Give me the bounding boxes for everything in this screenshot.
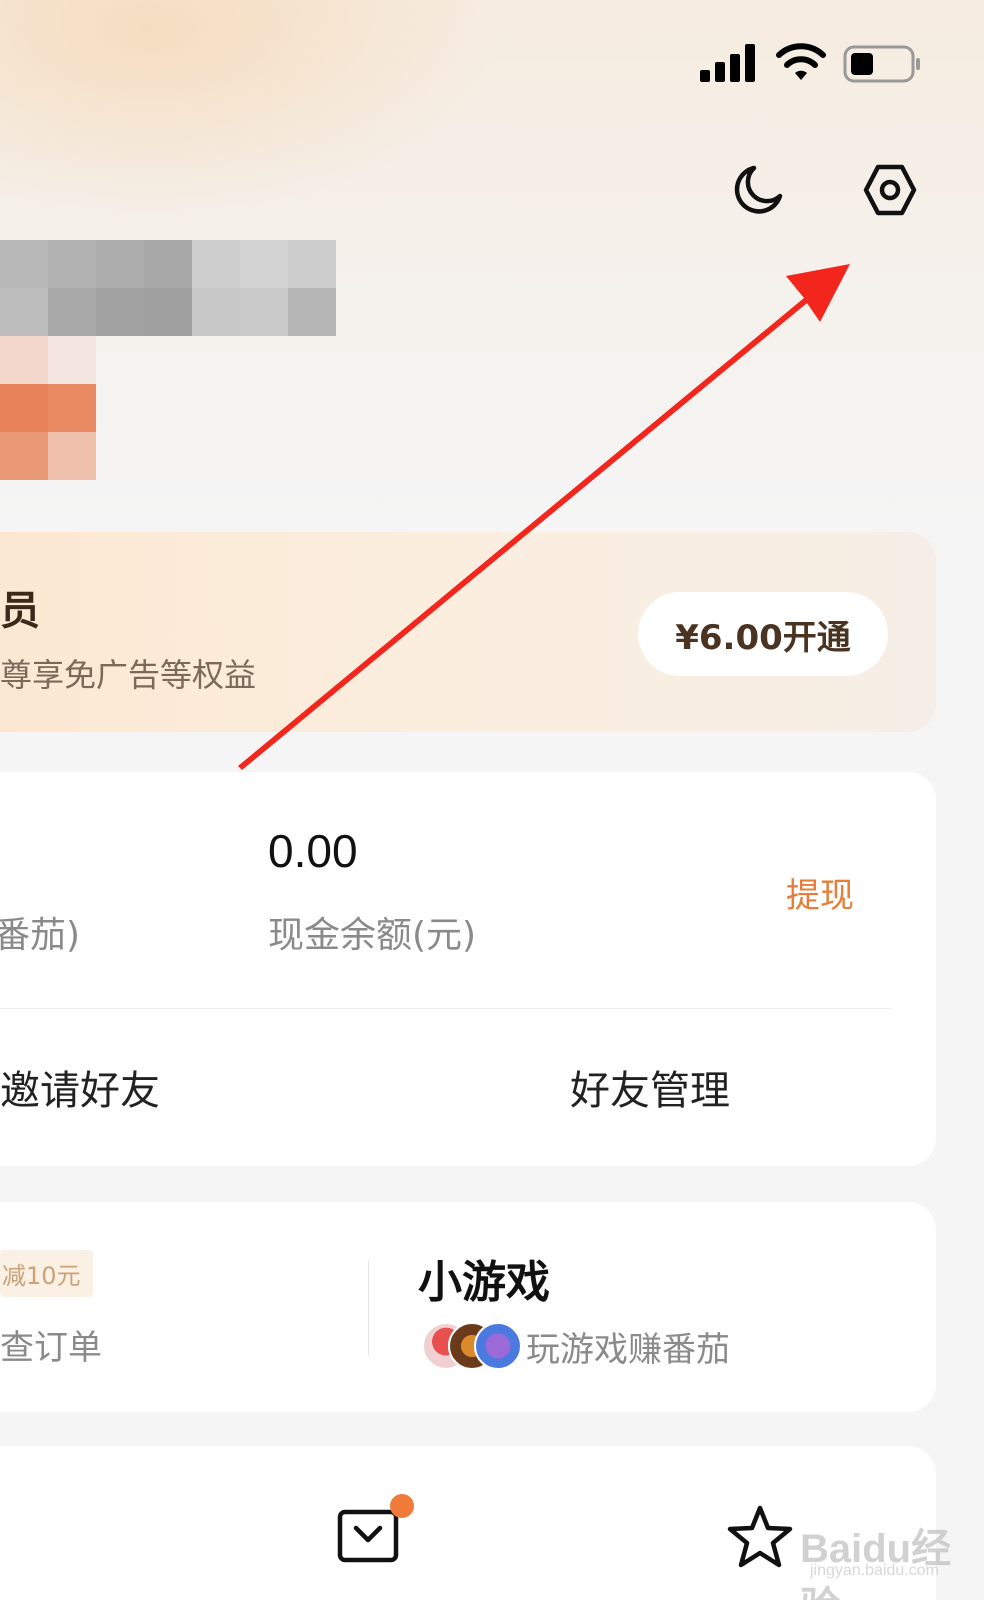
night-mode-button[interactable] — [728, 160, 788, 220]
services-card: 减10元 查订单 小游戏 玩游戏赚番茄 — [0, 1202, 936, 1412]
shortcuts-card — [0, 1446, 936, 1600]
wallet-card: (番茄) 0.00 现金余额(元) 提现 邀请好友 好友管理 — [0, 772, 936, 1166]
settings-button[interactable] — [860, 160, 920, 220]
mini-games-button[interactable]: 小游戏 — [418, 1246, 550, 1310]
game-avatar — [474, 1322, 522, 1370]
game-avatars — [422, 1322, 522, 1370]
cash-balance-value[interactable]: 0.00 — [268, 824, 358, 878]
vip-open-button[interactable]: ¥6.00开通 — [638, 592, 888, 676]
battery-icon — [843, 45, 920, 83]
watermark-url: jingyan.baidu.com — [810, 1562, 939, 1579]
wallet-divider — [0, 1008, 890, 1009]
pixelated-badge — [0, 336, 96, 480]
moon-icon — [734, 165, 783, 214]
friend-management-button[interactable]: 好友管理 — [570, 1058, 730, 1116]
watermark-logo: Baidu经验 — [800, 1527, 952, 1600]
wifi-icon — [776, 43, 826, 80]
coupon-tag: 减10元 — [0, 1250, 93, 1297]
services-divider — [368, 1260, 369, 1356]
withdraw-button[interactable]: 提现 — [786, 868, 854, 917]
invite-friends-button[interactable]: 邀请好友 — [0, 1058, 160, 1116]
signal-bars-icon — [700, 44, 755, 82]
screen: 员 尊享免广告等权益 ¥6.00开通 (番茄) 0.00 现金余额(元) 提现 … — [0, 0, 984, 1600]
header-glow — [0, 0, 500, 220]
settings-hexagon-icon — [863, 164, 917, 216]
notification-dot — [390, 1494, 414, 1518]
mini-games-subtitle: 玩游戏赚番茄 — [526, 1330, 730, 1370]
mail-icon[interactable] — [336, 1508, 400, 1564]
vip-banner[interactable]: 员 尊享免广告等权益 ¥6.00开通 — [0, 532, 936, 732]
vip-subtitle: 尊享免广告等权益 — [0, 656, 257, 694]
pixelated-username — [0, 240, 336, 336]
star-icon[interactable] — [726, 1504, 794, 1572]
tomato-balance-label: (番茄) — [0, 915, 81, 956]
vip-title: 员 — [0, 588, 40, 634]
status-bar — [700, 40, 930, 90]
cash-balance-label: 现金余额(元) — [268, 915, 477, 956]
order-lookup-button[interactable]: 查订单 — [0, 1320, 102, 1369]
